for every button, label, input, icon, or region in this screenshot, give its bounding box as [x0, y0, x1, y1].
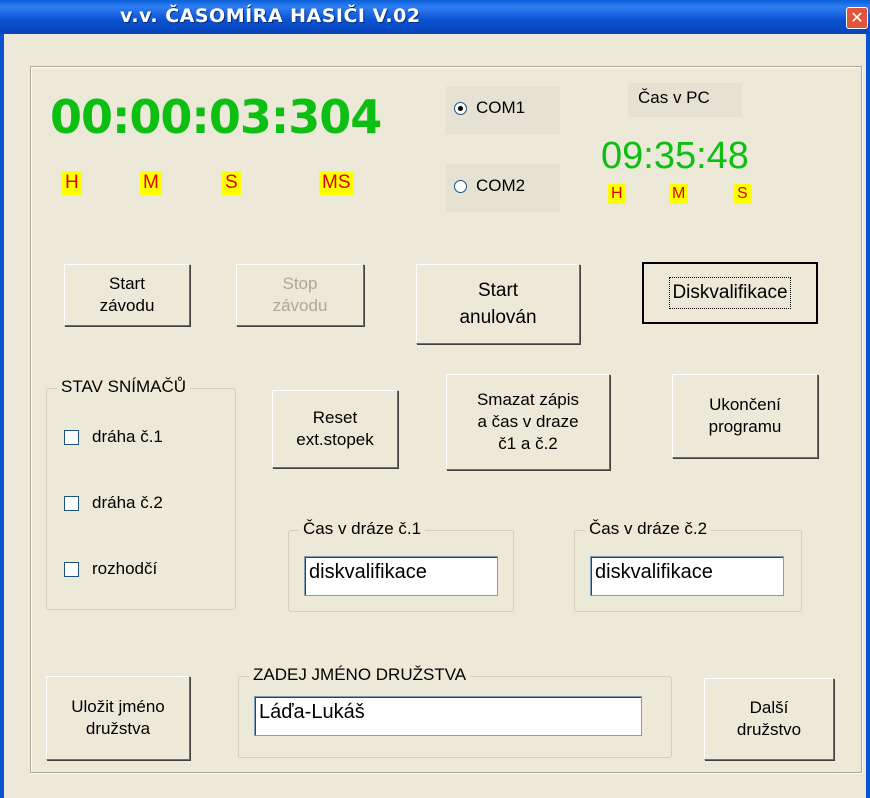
sensor-status-legend: STAV SNÍMAČŮ: [57, 377, 190, 397]
com1-label: COM1: [476, 98, 526, 117]
timer-unit-milliseconds: MS: [319, 171, 354, 195]
pc-time-display: 09:35:48: [601, 135, 749, 177]
next-team-button[interactable]: Další družstvo: [704, 678, 834, 760]
clear-record-button[interactable]: Smazat zápis a čas v draze č1 a č.2: [446, 374, 610, 470]
pc-unit-seconds: S: [734, 184, 751, 204]
sensor-lane1-label: dráha č.1: [92, 427, 163, 446]
com1-radio[interactable]: COM1: [446, 86, 560, 134]
close-icon: ✕: [850, 8, 864, 27]
window-title: v.v. ČASOMÍRA HASIČI V.02: [120, 5, 421, 27]
team-name-legend: ZADEJ JMÉNO DRUŽSTVA: [249, 665, 471, 685]
lane1-time-field[interactable]: diskvalifikace: [304, 556, 498, 596]
start-cancelled-button[interactable]: Start anulován: [416, 264, 580, 344]
exit-program-button[interactable]: Ukončení programu: [672, 374, 818, 458]
disqualification-button[interactable]: Diskvalifikace: [642, 262, 818, 324]
sensor-lane2-label: dráha č.2: [92, 493, 163, 512]
timer-unit-seconds: S: [222, 171, 241, 195]
pc-time-label: Čas v PC: [628, 83, 742, 117]
sensor-lane1-checkbox[interactable]: [64, 430, 79, 445]
sensor-referee-checkbox[interactable]: [64, 562, 79, 577]
save-team-name-button[interactable]: Uložit jméno družstva: [46, 676, 190, 760]
app-window: v.v. ČASOMÍRA HASIČI V.02 ✕ 00:00:03:304…: [0, 0, 870, 798]
com2-radio-button[interactable]: [454, 180, 467, 193]
sensor-referee-label: rozhodčí: [92, 559, 158, 578]
title-bar[interactable]: v.v. ČASOMÍRA HASIČI V.02 ✕: [0, 0, 870, 34]
start-race-button[interactable]: Start závodu: [64, 264, 190, 326]
lane2-time-field[interactable]: diskvalifikace: [590, 556, 784, 596]
pc-unit-minutes: M: [669, 184, 689, 204]
close-button[interactable]: ✕: [846, 7, 868, 29]
reset-stopwatch-button[interactable]: Reset ext.stopek: [272, 390, 398, 468]
lane2-time-legend: Čas v dráze č.2: [585, 519, 712, 539]
timer-unit-minutes: M: [140, 171, 162, 195]
stop-race-button[interactable]: Stop závodu: [236, 264, 364, 326]
sensor-lane2-checkbox[interactable]: [64, 496, 79, 511]
com1-radio-button[interactable]: [454, 102, 467, 115]
com2-label: COM2: [476, 176, 526, 195]
lane1-time-legend: Čas v dráze č.1: [299, 519, 426, 539]
window-frame-left: [0, 34, 4, 798]
disqualification-label: Diskvalifikace: [669, 277, 791, 309]
timer-unit-hours: H: [62, 171, 82, 195]
pc-unit-hours: H: [608, 184, 626, 204]
race-timer-display: 00:00:03:304: [50, 90, 382, 144]
team-name-input[interactable]: Láďa-Lukáš: [254, 696, 642, 736]
com2-radio[interactable]: COM2: [446, 164, 560, 212]
window-frame-right: [866, 34, 870, 798]
